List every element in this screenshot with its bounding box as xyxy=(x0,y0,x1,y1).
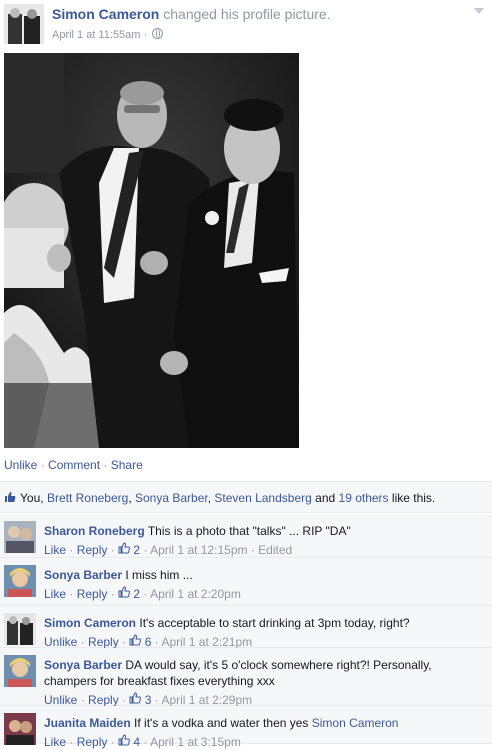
comment-body: Sonya Barber DA would say, it's 5 o'cloc… xyxy=(44,657,484,708)
thumbs-up-icon[interactable] xyxy=(118,586,130,598)
liker-link[interactable]: Sonya Barber xyxy=(135,491,208,505)
commenter-name[interactable]: Sonya Barber xyxy=(44,658,122,672)
unlike-link[interactable]: Unlike xyxy=(44,693,77,707)
comment-like-count[interactable]: 3 xyxy=(145,693,152,707)
comment-text: I miss him ... xyxy=(125,568,193,582)
commenter-name[interactable]: Sonya Barber xyxy=(44,568,122,582)
post-timestamp[interactable]: April 1 at 11:55am xyxy=(52,29,140,41)
post-action-text: changed his profile picture. xyxy=(163,6,331,22)
like-summary: You, Brett Roneberg, Sonya Barber, Steve… xyxy=(0,481,492,513)
reply-link[interactable]: Reply xyxy=(77,735,108,749)
commenter-name[interactable]: Simon Cameron xyxy=(44,616,136,630)
like-link[interactable]: Like xyxy=(44,735,66,749)
chevron-down-icon[interactable] xyxy=(474,8,484,14)
post-header: Simon Cameron changed his profile pictur… xyxy=(4,4,484,44)
commenter-avatar[interactable] xyxy=(4,613,36,645)
comment-body: Sonya Barber I miss him ... Like · Reply… xyxy=(44,567,484,602)
reply-link[interactable]: Reply xyxy=(77,587,108,601)
unlike-link[interactable]: Unlike xyxy=(4,458,37,472)
comment-meta: Like · Reply · 4 · April 1 at 3:15pm xyxy=(44,734,241,749)
thumbs-up-icon[interactable] xyxy=(129,634,142,646)
comment-meta: Like · Reply · 2 · April 1 at 2:20pm xyxy=(44,586,241,601)
commenter-avatar[interactable] xyxy=(4,713,36,745)
comment-like-count[interactable]: 6 xyxy=(145,635,152,649)
liker-link[interactable]: Steven Landsberg xyxy=(214,491,311,505)
reply-link[interactable]: Reply xyxy=(77,543,108,557)
commenter-name[interactable]: Juanita Maiden xyxy=(44,716,131,730)
comment-text: If it's a vodka and water then yes xyxy=(134,716,309,730)
comment-body: Sharon Roneberg This is a photo that "ta… xyxy=(44,523,484,558)
like-link[interactable]: Like xyxy=(44,543,66,557)
thumbs-up-icon xyxy=(4,491,16,503)
comment-item: Sonya Barber DA would say, it's 5 o'cloc… xyxy=(0,648,492,708)
unlike-link[interactable]: Unlike xyxy=(44,635,77,649)
share-link[interactable]: Share xyxy=(111,458,143,472)
reply-link[interactable]: Reply xyxy=(88,693,119,707)
author-name-link[interactable]: Simon Cameron xyxy=(52,6,159,22)
comment-timestamp[interactable]: April 1 at 2:29pm xyxy=(161,693,252,707)
comment-text: It's acceptable to start drinking at 3pm… xyxy=(139,616,410,630)
comment-item: Juanita Maiden If it's a vodka and water… xyxy=(0,706,492,749)
commenter-avatar[interactable] xyxy=(4,565,36,597)
comment-timestamp[interactable]: April 1 at 2:21pm xyxy=(161,635,252,649)
thumbs-up-icon[interactable] xyxy=(129,692,142,704)
comment-item: Sharon Roneberg This is a photo that "ta… xyxy=(0,514,492,558)
comment-body: Simon Cameron It's acceptable to start d… xyxy=(44,615,484,650)
liker-link[interactable]: Brett Roneberg xyxy=(47,491,128,505)
thumbs-up-icon[interactable] xyxy=(118,542,130,554)
comment-timestamp[interactable]: April 1 at 2:20pm xyxy=(150,587,241,601)
comment-timestamp[interactable]: April 1 at 3:15pm xyxy=(150,735,241,749)
separator-dot: · xyxy=(143,29,151,41)
reply-link[interactable]: Reply xyxy=(88,635,119,649)
commenter-avatar[interactable] xyxy=(4,655,36,687)
comment-meta: Like · Reply · 2 · April 1 at 12:15pm · … xyxy=(44,542,293,557)
comment-timestamp[interactable]: April 1 at 12:15pm xyxy=(150,543,247,557)
mention-link[interactable]: Simon Cameron xyxy=(312,716,399,730)
author-avatar[interactable] xyxy=(4,4,44,44)
comment-item: Sonya Barber I miss him ... Like · Reply… xyxy=(0,558,492,606)
comment-body: Juanita Maiden If it's a vodka and water… xyxy=(44,715,484,750)
comment-item: Simon Cameron It's acceptable to start d… xyxy=(0,606,492,650)
thumbs-up-icon[interactable] xyxy=(118,734,130,746)
like-link[interactable]: Like xyxy=(44,587,66,601)
post-actions: Unlike · Comment · Share xyxy=(4,458,143,472)
others-link[interactable]: 19 others xyxy=(339,491,389,505)
like-summary-text: You, Brett Roneberg, Sonya Barber, Steve… xyxy=(20,491,436,505)
globe-icon[interactable] xyxy=(152,28,164,39)
edited-label[interactable]: Edited xyxy=(258,543,292,557)
comment-like-count[interactable]: 4 xyxy=(133,735,140,749)
comment-text: This is a photo that "talks" ... RIP "DA… xyxy=(147,524,351,538)
commenter-name[interactable]: Sharon Roneberg xyxy=(44,524,145,538)
comment-like-count[interactable]: 2 xyxy=(133,587,140,601)
post-meta: April 1 at 11:55am · xyxy=(52,28,164,41)
post-title: Simon Cameron changed his profile pictur… xyxy=(52,6,331,22)
commenter-avatar[interactable] xyxy=(4,521,36,553)
comment-like-count[interactable]: 2 xyxy=(133,543,140,557)
comment-link[interactable]: Comment xyxy=(48,458,100,472)
profile-photo[interactable] xyxy=(4,53,299,448)
